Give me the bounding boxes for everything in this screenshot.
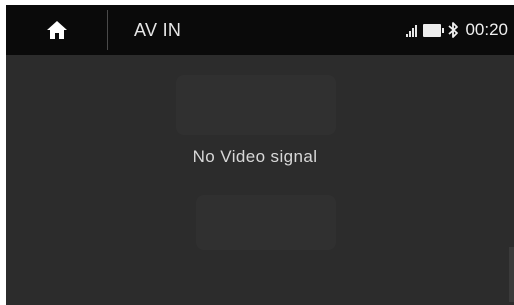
background-decoration [176,75,336,135]
header-divider [107,10,108,50]
home-icon [46,21,67,39]
background-decoration [196,195,336,250]
clock-time: 00:20 [465,20,508,39]
video-area: No Video signal [6,55,514,305]
av-in-panel: AV IN 00:20 No Video signal [6,5,514,305]
page-title: AV IN [134,19,182,40]
status-area: 00:20 [406,5,508,55]
top-bar: AV IN 00:20 [6,5,514,55]
device-screen: AV IN 00:20 No Video signal [0,0,514,305]
battery-icon [423,23,445,37]
scrollbar[interactable] [509,247,514,302]
bluetooth-icon [448,22,459,38]
signal-bars-icon [406,23,418,37]
no-signal-message: No Video signal [192,147,318,166]
home-button[interactable] [6,5,107,55]
